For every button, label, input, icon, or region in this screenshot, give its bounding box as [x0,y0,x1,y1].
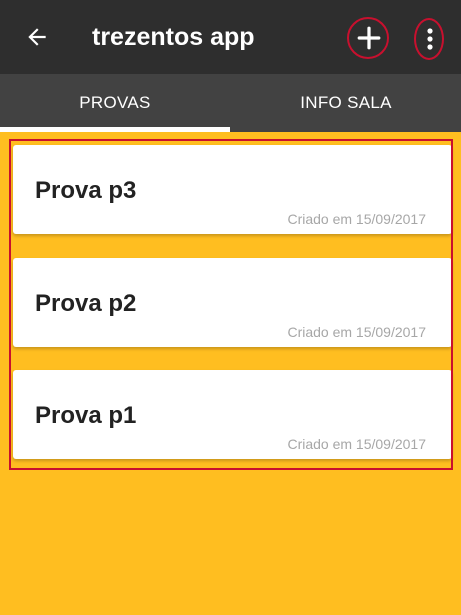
plus-icon [357,26,381,50]
prova-created-date: Criado em 15/09/2017 [287,211,426,227]
arrow-left-icon [28,28,46,46]
tab-provas[interactable]: PROVAS [0,74,230,132]
prova-created-date: Criado em 15/09/2017 [287,436,426,452]
tab-selected-indicator [0,127,230,132]
app-bar: trezentos app [0,0,461,74]
add-prova-button[interactable] [349,18,389,58]
prova-title: Prova p3 [35,177,137,204]
back-button[interactable] [22,22,52,52]
prova-title: Prova p2 [35,290,137,317]
more-vert-icon [427,28,433,50]
prova-card-p2[interactable]: Prova p2 Criado em 15/09/2017 [13,258,452,347]
tab-info-sala[interactable]: INFO SALA [231,74,461,132]
prova-card-p3[interactable]: Prova p3 Criado em 15/09/2017 [13,145,452,234]
app-title: trezentos app [92,23,255,51]
prova-card-p1[interactable]: Prova p1 Criado em 15/09/2017 [13,370,452,459]
tab-bar: PROVAS INFO SALA [0,74,461,132]
prova-title: Prova p1 [35,402,137,429]
overflow-menu-button[interactable] [415,20,445,58]
prova-created-date: Criado em 15/09/2017 [287,324,426,340]
